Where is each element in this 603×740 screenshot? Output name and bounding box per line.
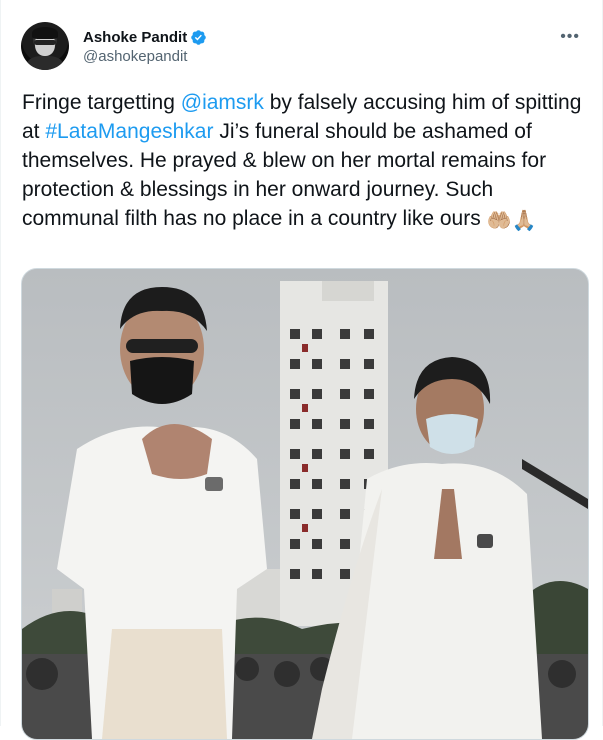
avatar[interactable] [21, 22, 69, 70]
avatar-hair [32, 27, 58, 39]
mention-link[interactable]: @iamsrk [181, 91, 264, 114]
tweet-header: Ashoke Pandit @ashokepandit ••• [21, 22, 588, 72]
palms-up-emoji: 🤲🏼 [486, 210, 512, 232]
author-name-row[interactable]: Ashoke Pandit [83, 28, 207, 47]
photo-illustration [22, 269, 588, 739]
tweet-text: Fringe targetting @iamsrk by falsely acc… [22, 88, 582, 236]
hashtag-link[interactable]: #LataMangeshkar [45, 120, 213, 143]
author-handle[interactable]: @ashokepandit [83, 47, 207, 67]
author-display-name[interactable]: Ashoke Pandit [83, 28, 187, 47]
avatar-glasses [34, 40, 56, 45]
more-options-icon[interactable]: ••• [560, 28, 580, 46]
tweet-text-part: Fringe targetting [22, 91, 181, 114]
avatar-body [27, 56, 63, 70]
verified-badge-icon [191, 30, 206, 45]
folded-hands-emoji: 🙏🏼 [511, 210, 537, 232]
tweet-card: Ashoke Pandit @ashokepandit ••• Fringe t… [0, 0, 603, 740]
tweet-photo[interactable] [21, 268, 589, 740]
author-block: Ashoke Pandit @ashokepandit [83, 28, 207, 67]
